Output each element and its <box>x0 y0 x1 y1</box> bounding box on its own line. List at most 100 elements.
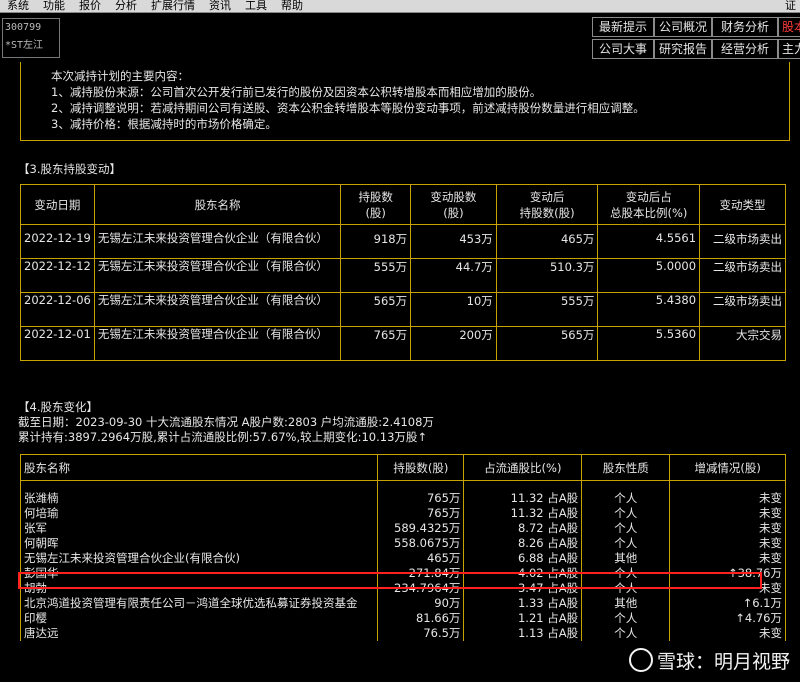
s4-cell-change: 未变 <box>669 626 786 641</box>
s3-cell-date: 2022-12-06 <box>20 292 95 327</box>
s4-cell-nature: 个人 <box>581 611 671 626</box>
s3-header-0[interactable]: 变动日期 <box>20 184 95 225</box>
s3-header-4[interactable]: 变动后 持股数(股) <box>495 184 599 225</box>
menu-item-1[interactable]: 功能 <box>36 0 72 12</box>
s4-cell-nature: 个人 <box>581 581 671 596</box>
s3-header-6[interactable]: 变动类型 <box>699 184 786 225</box>
s4-cell-name: 张潍楠 <box>19 480 379 506</box>
s4-cell-hold: 271.84万 <box>377 566 465 581</box>
s3-header-2[interactable]: 持股数 (股) <box>340 184 412 225</box>
s4-cell-name: 何培瑜 <box>19 506 379 521</box>
menu-item-2[interactable]: 报价 <box>72 0 108 12</box>
s4-cell-change: ↑6.1万 <box>669 596 786 611</box>
s4-cell-change: ↑38.76万 <box>669 566 786 581</box>
s4-cell-pct: 3.47 占A股 <box>463 581 583 596</box>
s4-header-4[interactable]: 增减情况(股) <box>669 454 786 481</box>
s4-cell-hold: 76.5万 <box>377 626 465 641</box>
s3-cell-name: 无锡左江未来投资管理合伙企业（有限合伙） <box>93 258 342 293</box>
s4-cell-name: 无锡左江未来投资管理合伙企业(有限合伙) <box>19 551 379 566</box>
plan-item-1: 1、减持股份来源：公司首次公开发行前已发行的股份及因资本公积转增股本而相应增加的… <box>51 85 542 99</box>
table-row[interactable]: 2022-12-01 无锡左江未来投资管理合伙企业（有限合伙） 765万 200万 56… <box>20 326 786 361</box>
tab-5[interactable]: 研究报告 <box>654 39 712 59</box>
s4-cell-nature: 个人 <box>581 566 671 581</box>
tab-7[interactable]: 主力 <box>778 39 800 59</box>
s4-cell-change: 未变 <box>669 506 786 521</box>
s4-cell-nature: 个人 <box>581 506 671 521</box>
table-row[interactable]: 无锡左江未来投资管理合伙企业(有限合伙) 465万 6.88 占A股 其他 未变 <box>19 551 786 566</box>
s4-cell-pct: 4.02 占A股 <box>463 566 583 581</box>
s4-header-0[interactable]: 股东名称 <box>19 454 379 481</box>
table-row[interactable]: 何培瑜 765万 11.32 占A股 个人 未变 <box>19 506 786 521</box>
s4-cell-change: 未变 <box>669 521 786 536</box>
table-row[interactable]: 北京鸿道投资管理有限责任公司－鸿道全球优选私募证券投资基金 90万 1.33 占A股… <box>19 596 786 611</box>
section4-summary-line2: 累计持有:3897.2964万股,累计占流通股比例:57.67%,较上期变化:1… <box>18 430 428 444</box>
tab-6[interactable]: 经营分析 <box>712 39 778 59</box>
watermark-text: 雪球：明月视野 <box>656 651 790 673</box>
s3-cell-hold: 765万 <box>340 326 412 361</box>
table-row[interactable]: 胡勃 234.7964万 3.47 占A股 个人 未变 <box>19 581 786 596</box>
menu-item-4[interactable]: 扩展行情 <box>144 0 202 12</box>
stock-box[interactable]: 300799 *ST左江 <box>2 18 60 58</box>
menu-item-3[interactable]: 分析 <box>108 0 144 12</box>
table-row[interactable]: 彭国华 271.84万 4.02 占A股 个人 ↑38.76万 <box>19 566 786 581</box>
s3-cell-hold: 565万 <box>340 292 412 327</box>
s4-cell-nature: 个人 <box>581 626 671 641</box>
s4-header-3[interactable]: 股东性质 <box>581 454 671 481</box>
menu-item-0[interactable]: 系统 <box>0 0 36 12</box>
s4-cell-nature: 其他 <box>581 596 671 611</box>
table-row[interactable]: 2022-12-06 无锡左江未来投资管理合伙企业（有限合伙） 565万 10万 555… <box>20 292 786 327</box>
s3-cell-type: 大宗交易 <box>699 326 786 361</box>
s4-cell-hold: 234.7964万 <box>377 581 465 596</box>
menu-item-5[interactable]: 资讯 <box>202 0 238 12</box>
s4-cell-name: 北京鸿道投资管理有限责任公司－鸿道全球优选私募证券投资基金 <box>19 596 379 611</box>
section4-title: 【4.股东变化】 <box>18 400 98 414</box>
s3-cell-date: 2022-12-19 <box>20 224 95 259</box>
reduction-plan-box: 本次减持计划的主要内容： 1、减持股份来源：公司首次公开发行前已发行的股份及因资… <box>20 62 790 141</box>
s4-cell-hold: 765万 <box>377 506 465 521</box>
s3-header-5[interactable]: 变动后占 总股本比例(%) <box>597 184 701 225</box>
s3-cell-pct: 5.5360 <box>597 326 701 361</box>
s4-cell-hold: 765万 <box>377 480 465 506</box>
s4-cell-change: ↑4.76万 <box>669 611 786 626</box>
s3-cell-change: 44.7万 <box>410 258 497 293</box>
s4-cell-name: 胡勃 <box>19 581 379 596</box>
s4-cell-pct: 8.72 占A股 <box>463 521 583 536</box>
s4-cell-pct: 8.26 占A股 <box>463 536 583 551</box>
s3-cell-pct: 4.5561 <box>597 224 701 259</box>
s4-cell-hold: 558.0675万 <box>377 536 465 551</box>
tab-1[interactable]: 公司概况 <box>654 17 712 37</box>
s3-cell-name: 无锡左江未来投资管理合伙企业（有限合伙） <box>93 326 342 361</box>
table-row[interactable]: 张潍楠 765万 11.32 占A股 个人 未变 <box>19 480 786 506</box>
stock-code: 300799 <box>5 22 42 33</box>
s3-header-3[interactable]: 变动股数 (股) <box>410 184 497 225</box>
menu-item-7[interactable]: 帮助 <box>274 0 310 12</box>
menu-bar: 系统 功能 报价 分析 扩展行情 资讯 工具 帮助 证 <box>0 0 800 13</box>
section4-summary-line1: 截至日期：2023-09-30 十大流通股东情况 A股户数:2803 户均流通股… <box>18 415 434 429</box>
s4-header-1[interactable]: 持股数(股) <box>377 454 465 481</box>
s3-cell-name: 无锡左江未来投资管理合伙企业（有限合伙） <box>93 224 342 259</box>
table-row[interactable]: 印樱 81.66万 1.21 占A股 个人 ↑4.76万 <box>19 611 786 626</box>
s3-cell-type: 二级市场卖出 <box>699 292 786 327</box>
table-row[interactable]: 何朝晖 558.0675万 8.26 占A股 个人 未变 <box>19 536 786 551</box>
s3-cell-after: 565万 <box>495 326 599 361</box>
menu-item-6[interactable]: 工具 <box>238 0 274 12</box>
s4-cell-pct: 1.21 占A股 <box>463 611 583 626</box>
menu-corner[interactable]: 证 <box>783 0 798 12</box>
s4-cell-pct: 1.33 占A股 <box>463 596 583 611</box>
s4-cell-pct: 1.13 占A股 <box>463 626 583 641</box>
s3-cell-hold: 555万 <box>340 258 412 293</box>
tab-3[interactable]: 股本 <box>778 17 800 37</box>
s4-header-2[interactable]: 占流通股比(%) <box>463 454 583 481</box>
section3-title: 【3.股东持股变动】 <box>18 162 121 176</box>
table-row[interactable]: 张军 589.4325万 8.72 占A股 个人 未变 <box>19 521 786 536</box>
plan-item-3: 3、减持价格：根据减持时的市场价格确定。 <box>51 117 277 131</box>
table-row[interactable]: 唐达远 76.5万 1.13 占A股 个人 未变 <box>19 626 786 641</box>
plan-item-2: 2、减持调整说明：若减持期间公司有送股、资本公积金转增股本等股份变动事项，前述减… <box>51 101 645 115</box>
tab-2[interactable]: 财务分析 <box>712 17 778 37</box>
tab-4[interactable]: 公司大事 <box>592 39 654 59</box>
s3-header-1[interactable]: 股东名称 <box>93 184 342 225</box>
tab-0[interactable]: 最新提示 <box>592 17 654 37</box>
s3-cell-after: 555万 <box>495 292 599 327</box>
table-row[interactable]: 2022-12-12 无锡左江未来投资管理合伙企业（有限合伙） 555万 44.7万 5… <box>20 258 786 293</box>
table-row[interactable]: 2022-12-19 无锡左江未来投资管理合伙企业（有限合伙） 918万 453万 46… <box>20 224 786 259</box>
